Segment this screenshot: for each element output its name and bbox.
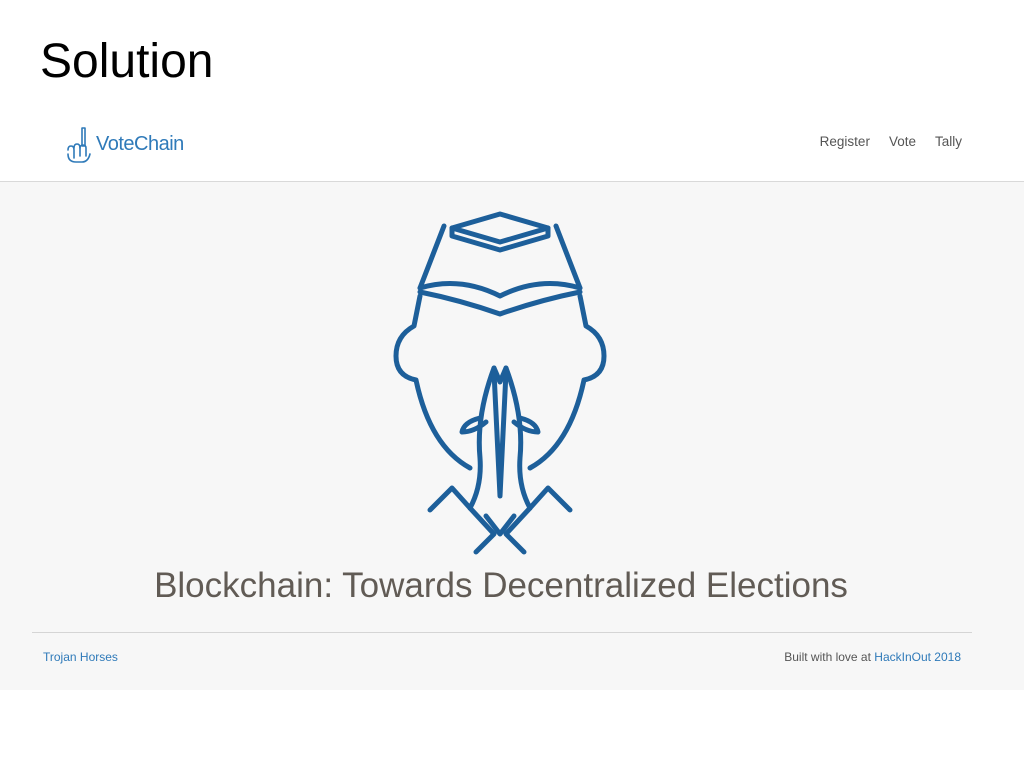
brand-name: VoteChain (96, 132, 184, 155)
brand-logo[interactable]: VoteChain (64, 124, 184, 164)
navbar: VoteChain Register Vote Tally (0, 112, 1024, 182)
nav-register-link[interactable]: Register (820, 134, 870, 149)
footer-credit-text: Built with love at (784, 650, 871, 664)
footer-divider (32, 632, 972, 633)
hackathon-link[interactable]: HackInOut 2018 (874, 650, 961, 664)
nav-tally-link[interactable]: Tally (935, 134, 962, 149)
praying-hands-icon (393, 211, 607, 555)
team-link[interactable]: Trojan Horses (43, 650, 118, 664)
vote-hand-icon (67, 127, 91, 163)
hero-section: Blockchain: Towards Decentralized Electi… (0, 182, 1024, 690)
slide-title: Solution (40, 35, 214, 88)
hero-tagline: Blockchain: Towards Decentralized Electi… (154, 566, 848, 605)
footer-credit: Built with love at HackInOut 2018 (784, 650, 961, 664)
nav-vote-link[interactable]: Vote (889, 134, 916, 149)
nav-links: Register Vote Tally (801, 134, 962, 149)
